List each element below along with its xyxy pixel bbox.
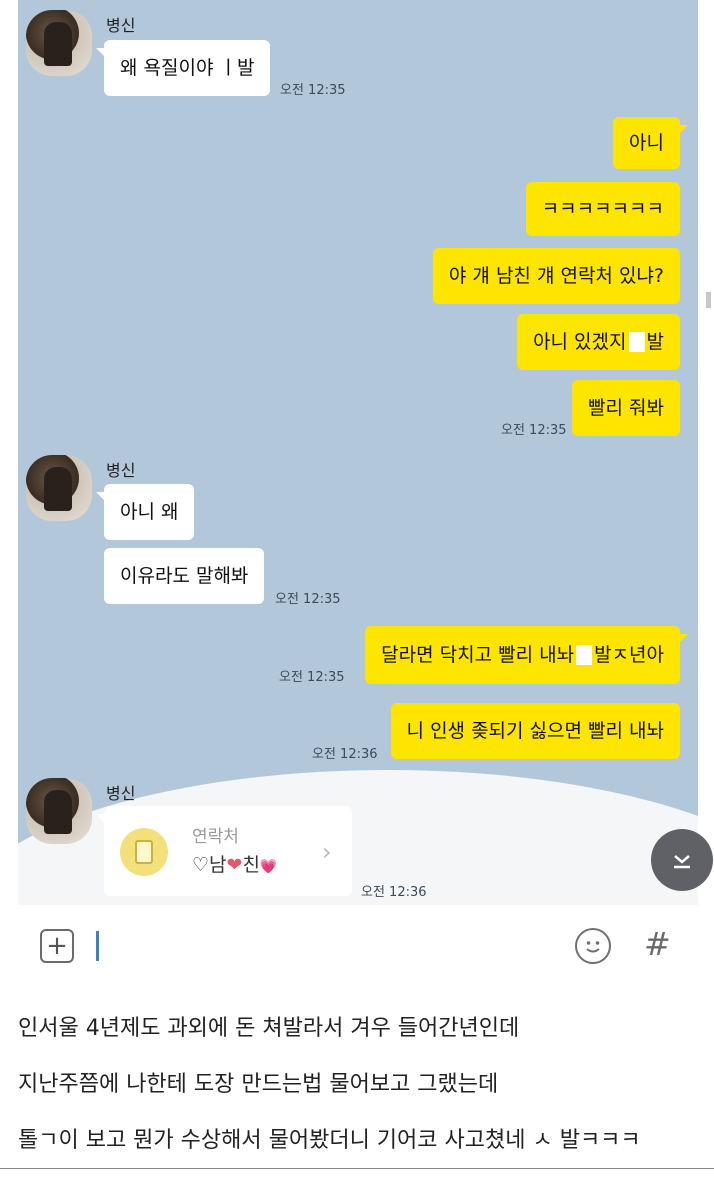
contact-card[interactable]: 연락처 ♡남❤친💗 › <box>96 806 352 896</box>
incoming-message[interactable]: 왜 욕질이야 ㅣ발 <box>95 40 271 96</box>
add-attachment-button[interactable]: + <box>40 929 74 963</box>
message-input-bar: + # <box>18 905 698 985</box>
incoming-message[interactable]: 아니 왜 <box>95 484 195 540</box>
outgoing-message[interactable]: 야 걔 남친 걔 연락처 있냐? <box>432 248 680 304</box>
sender-name: 병신 <box>106 784 136 803</box>
contact-card-name: ♡남❤친💗 <box>192 850 277 877</box>
message-text: 아니 <box>629 131 664 154</box>
hashtag-button[interactable]: # <box>644 925 671 963</box>
message-text-part: 발ㅈ년아 <box>594 643 664 666</box>
message-time: 오전 12:35 <box>279 670 345 685</box>
smiley-icon <box>586 941 600 953</box>
message-text: ㅋㅋㅋㅋㅋㅋㅋ <box>541 197 664 220</box>
caption-line: 톨ㄱ이 보고 뭔가 수상해서 물어봤더니 기어코 사고쳤네 ㅅ 발ㅋㅋㅋ <box>18 1128 641 1153</box>
message-text: 빨리 줘봐 <box>588 396 664 419</box>
outgoing-message[interactable]: 빨리 줘봐 <box>572 380 680 436</box>
plus-icon: + <box>46 931 68 961</box>
outgoing-message[interactable]: 니 인생 좆되기 싫으면 빨리 내놔 <box>390 703 680 759</box>
message-time: 오전 12:36 <box>312 747 378 762</box>
message-text-part: 아니 있겠지 <box>533 330 627 353</box>
message-input-caret[interactable] <box>96 931 99 961</box>
contact-card-label: 연락처 <box>192 827 239 847</box>
caption-line: 인서울 4년제도 과외에 돈 쳐발라서 겨우 들어간년인데 <box>18 1016 520 1041</box>
sender-name: 병신 <box>106 16 136 35</box>
outgoing-message[interactable]: 아니 있겠지 발 <box>517 314 680 370</box>
contact-name-part: ♡남 <box>192 854 227 876</box>
sender-name: 병신 <box>106 461 136 480</box>
chat-area: 병신 왜 욕질이야 ㅣ발 오전 12:35 아니 ㅋㅋㅋㅋㅋㅋㅋ 야 걔 남친 … <box>18 0 698 905</box>
message-time: 오전 12:35 <box>280 83 346 98</box>
censor-mask <box>628 332 645 352</box>
pink-heart-icon: 💗 <box>259 859 278 875</box>
red-heart-icon: ❤ <box>226 854 243 876</box>
sender-avatar[interactable] <box>26 778 92 844</box>
message-text-part: 달라면 닥치고 빨리 내놔 <box>381 643 575 666</box>
contact-book-icon <box>120 828 168 876</box>
sender-avatar[interactable] <box>26 10 92 76</box>
caption-line: 지난주쯤에 나한테 도장 만드는법 물어보고 그랬는데 <box>18 1072 499 1097</box>
divider <box>0 1168 714 1169</box>
message-time: 오전 12:35 <box>501 423 567 438</box>
censor-mask <box>576 645 593 665</box>
contact-name-part: 친 <box>242 854 260 876</box>
chevron-right-icon: › <box>322 838 332 866</box>
emoji-button[interactable] <box>575 928 611 964</box>
chevron-down-icon <box>674 855 690 869</box>
message-time: 오전 12:36 <box>361 885 427 900</box>
outgoing-message[interactable]: ㅋㅋㅋㅋㅋㅋㅋ <box>525 182 680 236</box>
message-text: 왜 욕질이야 ㅣ발 <box>120 56 255 79</box>
message-text-part: 발 <box>646 330 664 353</box>
message-text: 니 인생 좆되기 싫으면 빨리 내놔 <box>406 719 664 742</box>
message-text: 야 걔 남친 걔 연락처 있냐? <box>448 264 664 287</box>
incoming-message[interactable]: 이유라도 말해봐 <box>104 548 265 604</box>
message-time: 오전 12:35 <box>275 592 341 607</box>
message-text: 이유라도 말해봐 <box>120 564 249 587</box>
scroll-to-bottom-button[interactable] <box>651 829 713 891</box>
outgoing-message[interactable]: 달라면 닥치고 빨리 내놔 발ㅈ년아 <box>365 626 688 684</box>
outgoing-message[interactable]: 아니 <box>613 117 688 169</box>
hash-icon: # <box>644 925 671 963</box>
sender-avatar[interactable] <box>26 455 92 521</box>
page-scrollbar[interactable] <box>706 292 711 308</box>
message-text: 아니 왜 <box>120 500 179 523</box>
